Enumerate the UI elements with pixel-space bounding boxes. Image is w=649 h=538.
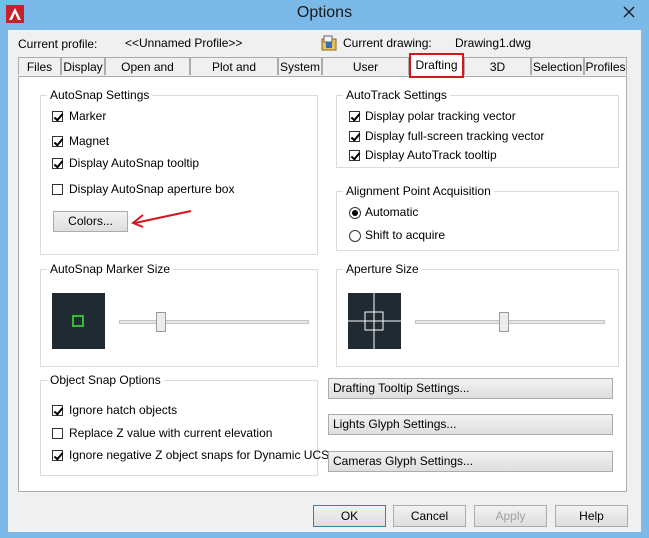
marker-label: Marker: [69, 109, 107, 123]
marker-size-title: AutoSnap Marker Size: [47, 262, 174, 276]
tab-open-and-save[interactable]: Open and Save: [105, 57, 190, 92]
object-snap-options-group: Object Snap Options Ignore hatch objects…: [40, 373, 329, 476]
apply-button[interactable]: Apply: [474, 505, 547, 527]
current-drawing-label: Current drawing:: [343, 36, 432, 50]
ignore-negative-z-checkbox[interactable]: [52, 450, 63, 461]
current-profile-label: Current profile:: [18, 37, 98, 51]
colors-button[interactable]: Colors...: [53, 211, 128, 232]
close-icon[interactable]: [612, 0, 646, 24]
title-bar[interactable]: Options: [0, 0, 649, 30]
aperture-size-title: Aperture Size: [343, 262, 422, 276]
tab-system[interactable]: System: [278, 57, 322, 75]
autotrack-tooltip-label: Display AutoTrack tooltip: [365, 148, 497, 162]
alignment-point-title: Alignment Point Acquisition: [343, 184, 494, 198]
drafting-tab-panel: AutoSnap Settings Marker Magnet Display …: [18, 76, 627, 492]
magnet-checkbox[interactable]: [52, 136, 63, 147]
autotrack-tooltip-checkbox[interactable]: [349, 150, 360, 161]
current-profile-value: <<Unnamed Profile>>: [125, 36, 243, 50]
tab-selection[interactable]: Selection: [531, 57, 584, 75]
help-button[interactable]: Help: [555, 505, 628, 527]
autosnap-settings-group: AutoSnap Settings Marker Magnet Display …: [40, 88, 318, 255]
aperture-size-group: Aperture Size: [336, 262, 619, 367]
ignore-hatch-label: Ignore hatch objects: [69, 403, 178, 417]
magnet-label: Magnet: [69, 134, 110, 148]
options-dialog: Options Current profile: <<Unnamed Profi…: [0, 0, 649, 538]
tab-files[interactable]: Files: [18, 57, 61, 75]
marker-size-group: AutoSnap Marker Size: [40, 262, 318, 367]
cameras-glyph-settings-button[interactable]: Cameras Glyph Settings...: [328, 451, 613, 472]
window-title: Options: [296, 4, 353, 21]
aperture-size-slider-thumb[interactable]: [499, 312, 509, 332]
replace-z-checkbox[interactable]: [52, 428, 63, 439]
ignore-negative-z-label: Ignore negative Z object snaps for Dynam…: [69, 448, 330, 462]
tab-plot-and-publish[interactable]: Plot and Publish: [190, 57, 278, 92]
current-drawing-value: Drawing1.dwg: [455, 36, 532, 50]
aperture-box-checkbox[interactable]: [52, 184, 63, 195]
tab-drafting[interactable]: Drafting: [409, 53, 464, 78]
automatic-radio[interactable]: [349, 207, 361, 219]
aperture-box-label: Display AutoSnap aperture box: [69, 182, 235, 196]
dialog-body: Current profile: <<Unnamed Profile>> Cur…: [8, 30, 641, 532]
autosnap-tooltip-label: Display AutoSnap tooltip: [69, 156, 200, 170]
tab-display[interactable]: Display: [61, 57, 105, 75]
marker-size-slider-thumb[interactable]: [156, 312, 166, 332]
fullscreen-tracking-label: Display full-screen tracking vector: [365, 129, 545, 143]
drafting-tooltip-settings-button[interactable]: Drafting Tooltip Settings...: [328, 378, 613, 399]
cancel-button[interactable]: Cancel: [393, 505, 466, 527]
polar-tracking-checkbox[interactable]: [349, 111, 360, 122]
polar-tracking-label: Display polar tracking vector: [365, 109, 516, 123]
tab-3d-modeling[interactable]: 3D Modeling: [464, 57, 531, 92]
alignment-point-group: Alignment Point Acquisition Automatic Sh…: [336, 184, 619, 251]
aperture-preview: [348, 293, 401, 349]
ok-button[interactable]: OK: [313, 505, 386, 527]
marker-checkbox[interactable]: [52, 111, 63, 122]
shift-to-acquire-label: Shift to acquire: [365, 228, 446, 242]
drawing-icon: [321, 35, 337, 51]
fullscreen-tracking-checkbox[interactable]: [349, 131, 360, 142]
autosnap-tooltip-checkbox[interactable]: [52, 158, 63, 169]
aperture-size-track[interactable]: [415, 320, 605, 324]
autosnap-settings-title: AutoSnap Settings: [47, 88, 153, 102]
tab-user-preferences[interactable]: User Preferences: [322, 57, 409, 92]
marker-preview: [52, 293, 105, 349]
replace-z-label: Replace Z value with current elevation: [69, 426, 273, 440]
automatic-label: Automatic: [365, 205, 419, 219]
autotrack-settings-group: AutoTrack Settings Display polar trackin…: [336, 88, 619, 168]
aperture-crosshair-icon: [348, 293, 401, 349]
marker-size-track[interactable]: [119, 320, 309, 324]
lights-glyph-settings-button[interactable]: Lights Glyph Settings...: [328, 414, 613, 435]
ignore-hatch-checkbox[interactable]: [52, 405, 63, 416]
autotrack-settings-title: AutoTrack Settings: [343, 88, 450, 102]
tab-profiles[interactable]: Profiles: [584, 57, 627, 75]
object-snap-options-title: Object Snap Options: [47, 373, 164, 387]
red-arrow-annotation: [131, 210, 192, 228]
marker-square-icon: [72, 315, 84, 327]
shift-to-acquire-radio[interactable]: [349, 230, 361, 242]
